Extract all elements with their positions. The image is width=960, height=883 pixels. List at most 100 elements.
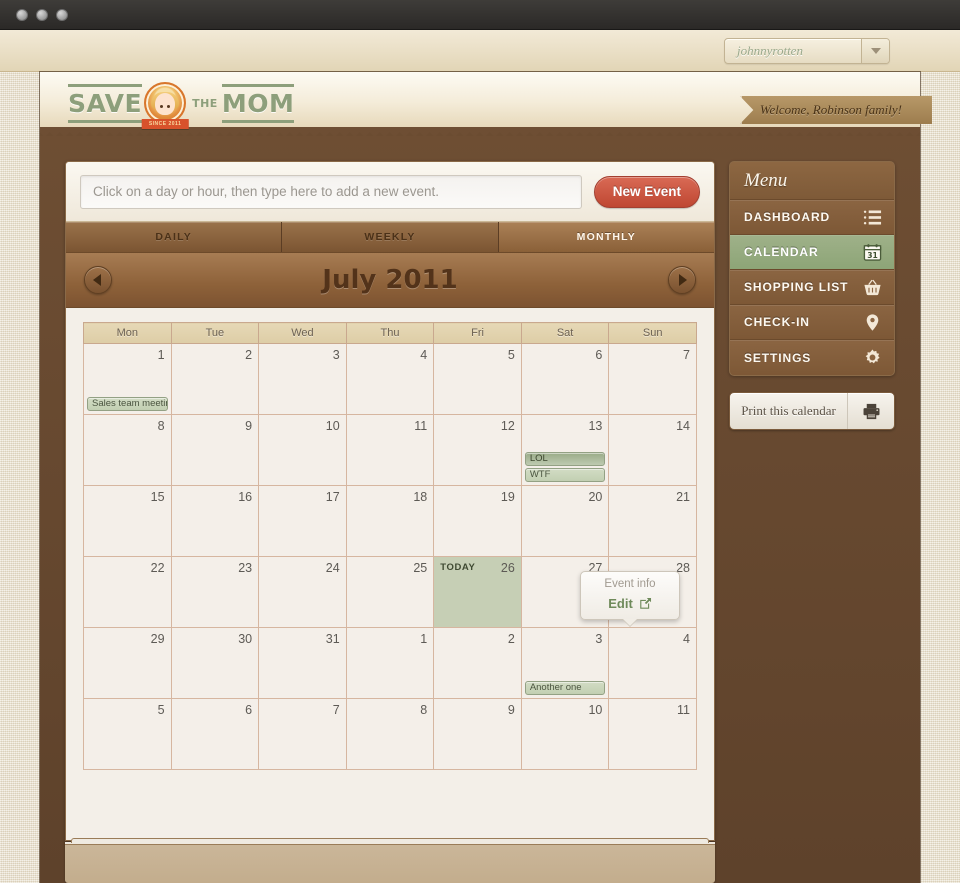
app-logo[interactable]: SAVE SINCE 2011 THE MOM [68,82,295,129]
day-number: 7 [332,703,340,717]
event-pill[interactable]: Sales team meeting [87,397,168,411]
calendar-day-cell[interactable]: 29 [83,627,172,699]
day-number: 17 [325,490,340,504]
sidebar-item-shopping-list[interactable]: SHOPPING LIST [730,270,894,305]
day-number: 6 [595,348,603,362]
event-entry-bar: New Event [66,162,714,222]
tab-weekly[interactable]: WEEKLY [282,222,499,252]
calendar-day-cell[interactable]: 2 [170,343,260,415]
calendar-day-cell[interactable]: 18 [345,485,435,557]
calendar-day-cell[interactable]: 31 [258,627,347,699]
new-event-button[interactable]: New Event [593,175,700,208]
calendar-day-cell[interactable]: 30 [170,627,260,699]
calendar-day-cell[interactable]: 8 [83,414,172,486]
sidebar-item-label: CHECK-IN [744,315,810,329]
popover-edit-button[interactable]: Edit [581,594,679,619]
day-number: 23 [238,561,253,575]
calendar-week-row: 5 6 7 8 9 10 11 [83,698,697,770]
day-number: 22 [150,561,165,575]
calendar-day-cell[interactable]: 11 [345,414,435,486]
view-tabs: DAILY WEEKLY MONTHLY [66,222,714,252]
zoom-window-button[interactable] [56,9,68,21]
sidebar-item-calendar[interactable]: CALENDAR 31 [730,235,894,270]
calendar-day-cell[interactable]: 22 [83,556,172,628]
previous-month-button[interactable] [84,266,112,294]
user-dropdown-caret[interactable] [861,39,889,63]
calendar-day-cell[interactable]: 24 [258,556,347,628]
print-calendar-button[interactable]: Print this calendar [729,392,895,430]
day-number: 10 [325,419,340,433]
calendar-day-cell[interactable]: 17 [258,485,347,557]
calendar-day-cell[interactable]: 15 [83,485,172,557]
calendar-day-cell[interactable]: 9 [170,414,260,486]
calendar-day-cell[interactable]: 14 [608,414,697,486]
calendar-day-cell[interactable]: 4 [608,627,697,699]
event-pill[interactable]: LOL [524,452,606,466]
calendar-day-cell[interactable]: 3 [258,343,347,415]
calendar-day-cell[interactable]: 4 [345,343,435,415]
calendar-day-cell[interactable]: 25 [345,556,435,628]
day-number: 24 [325,561,340,575]
sidebar-item-settings[interactable]: SETTINGS [730,340,894,375]
calendar-day-cell[interactable]: 2 [433,627,522,699]
calendar-day-cell[interactable]: 1 [345,627,435,699]
app-header: SAVE SINCE 2011 THE MOM Welcome, Robinso… [40,72,932,129]
calendar-day-cell[interactable]: TODAY 26 [433,556,522,628]
calendar-day-cell[interactable]: 21 [608,485,697,557]
calendar-day-cell[interactable]: 19 [433,485,522,557]
day-number: 18 [413,490,428,504]
day-events: Sales team meeting [87,395,168,411]
day-number: 2 [245,348,253,362]
calendar-day-cell[interactable]: 13 LOL WTF [520,414,610,486]
calendar-day-cell[interactable]: 10 [258,414,347,486]
day-number: 8 [420,703,428,717]
sidebar-item-label: CALENDAR [744,245,819,259]
day-number: 2 [507,632,515,646]
calendar-31-icon: 31 [863,243,882,261]
user-account-dropdown[interactable]: johnnyrotten [724,38,890,64]
day-number: 4 [683,632,690,646]
event-pill[interactable]: Another one [524,681,606,695]
next-month-button[interactable] [668,266,696,294]
day-number: 30 [238,632,253,646]
calendar-day-cell[interactable]: 11 [608,698,697,770]
day-number: 5 [507,348,515,362]
day-number: 8 [157,419,165,433]
sidebar-item-check-in[interactable]: CHECK-IN [730,305,894,340]
tab-daily[interactable]: DAILY [66,222,283,252]
user-name-label: johnnyrotten [737,43,803,58]
sidebar-item-dashboard[interactable]: DASHBOARD [730,200,894,235]
sidebar: Menu DASHBOARD CALENDAR 31 SHOPPING LIST… [729,161,895,430]
close-window-button[interactable] [16,9,28,21]
popover-title: Event info [604,578,656,590]
calendar-day-cell[interactable]: 5 [83,698,172,770]
tab-monthly[interactable]: MONTHLY [498,222,714,252]
calendar-day-cell[interactable]: 16 [170,485,260,557]
event-pill[interactable]: WTF [524,468,606,482]
calendar-day-cell[interactable]: 7 [608,343,697,415]
calendar-day-cell[interactable]: 20 [520,485,610,557]
calendar-day-cell[interactable]: 8 [345,698,435,770]
logo-word-the: THE [192,96,218,110]
calendar-day-cell[interactable]: 6 [520,343,610,415]
calendar-day-cell[interactable]: 9 [433,698,522,770]
calendar-day-cell[interactable]: 6 [170,698,260,770]
calendar-day-cell[interactable]: 23 [170,556,260,628]
calendar-day-cell[interactable]: 3 Another one [520,627,610,699]
day-number: 12 [500,419,515,433]
calendar-day-cell[interactable]: 1 Sales team meeting [83,343,172,415]
calendar-week-row: 29 30 31 1 2 3 Another one 4 [83,627,697,699]
calendar-day-cell[interactable]: 7 [258,698,347,770]
print-icon-box[interactable] [848,393,894,429]
minimize-window-button[interactable] [36,9,48,21]
calendar-day-cell[interactable]: 12 [433,414,522,486]
day-number: 4 [420,348,428,362]
logo-word-mom: MOM [221,83,295,123]
zigzag-divider [40,127,920,136]
calendar-day-cell[interactable]: 5 [433,343,522,415]
popover-arrow [623,619,637,626]
sidebar-item-label: SETTINGS [744,350,812,365]
new-event-input[interactable] [80,174,582,209]
day-number: 14 [676,419,690,433]
calendar-day-cell[interactable]: 10 [520,698,610,770]
